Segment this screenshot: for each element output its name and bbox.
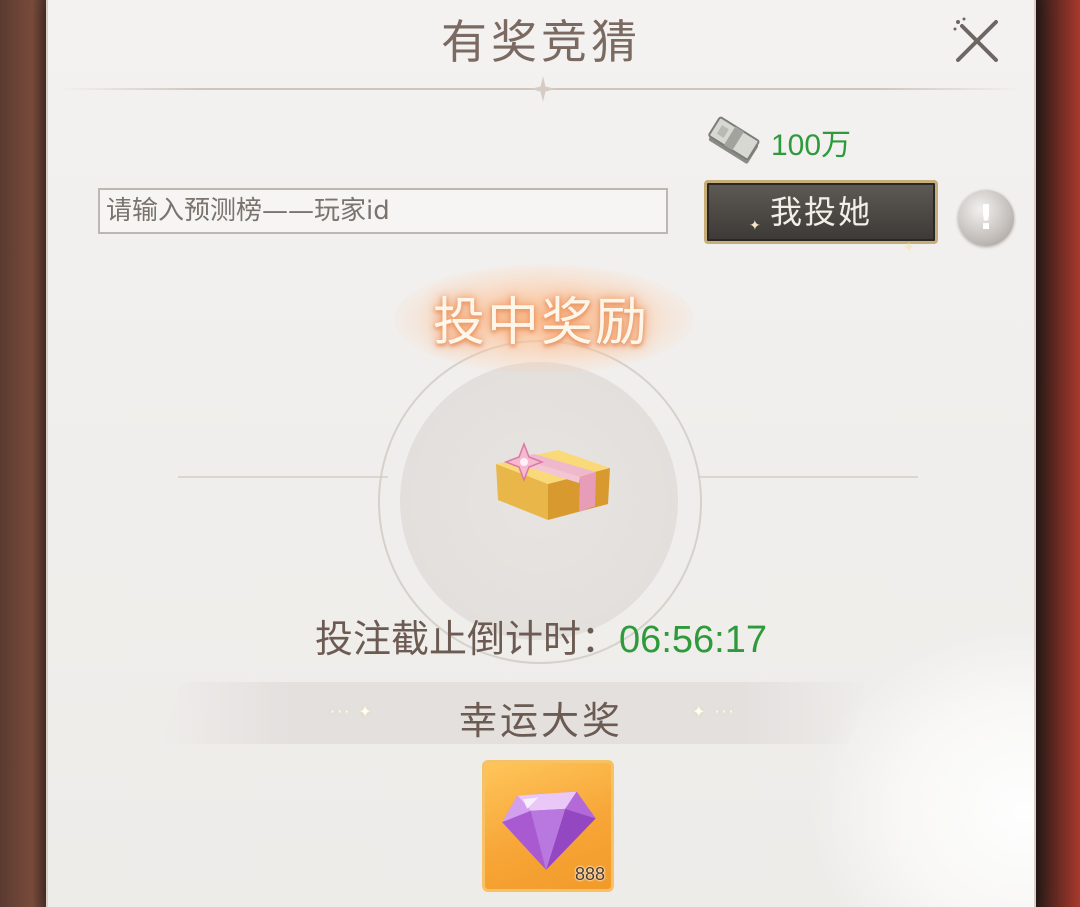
game-scene: 有奖竞猜 100万 ✦ ✦ bbox=[0, 0, 1080, 907]
prize-item-slot[interactable]: 888 bbox=[482, 760, 614, 892]
divider bbox=[698, 476, 918, 478]
vote-button-label: 我投她 bbox=[769, 193, 872, 231]
sparkle-icon: ✦ bbox=[749, 218, 763, 234]
dialog-title: 有奖竞猜 bbox=[441, 15, 641, 69]
info-button[interactable]: ! bbox=[958, 190, 1014, 246]
reward-title: 投中奖励 bbox=[432, 293, 649, 353]
vote-button[interactable]: ✦ ✦ 我投她 bbox=[704, 180, 938, 256]
light-flare bbox=[808, 620, 1034, 907]
reward-section: 投中奖励 bbox=[48, 250, 1034, 664]
countdown: 投注截止倒计时：06:56:17 bbox=[48, 608, 1034, 663]
item-count: 888 bbox=[574, 864, 605, 884]
countdown-timer: 06:56:17 bbox=[619, 619, 767, 661]
divider bbox=[178, 476, 388, 478]
player-id-input[interactable] bbox=[98, 188, 668, 234]
prize-title: 幸运大奖 bbox=[458, 699, 623, 743]
cash-bundle-icon bbox=[708, 116, 760, 164]
close-icon[interactable] bbox=[952, 16, 1002, 66]
currency-amount: 100万 bbox=[771, 129, 852, 162]
sparkle-icon bbox=[530, 76, 556, 102]
gift-box-icon[interactable] bbox=[488, 420, 618, 530]
countdown-label: 投注截止倒计时： bbox=[315, 617, 620, 661]
betting-dialog: 有奖竞猜 100万 ✦ ✦ bbox=[46, 0, 1036, 907]
currency-display: 100万 bbox=[703, 112, 851, 172]
